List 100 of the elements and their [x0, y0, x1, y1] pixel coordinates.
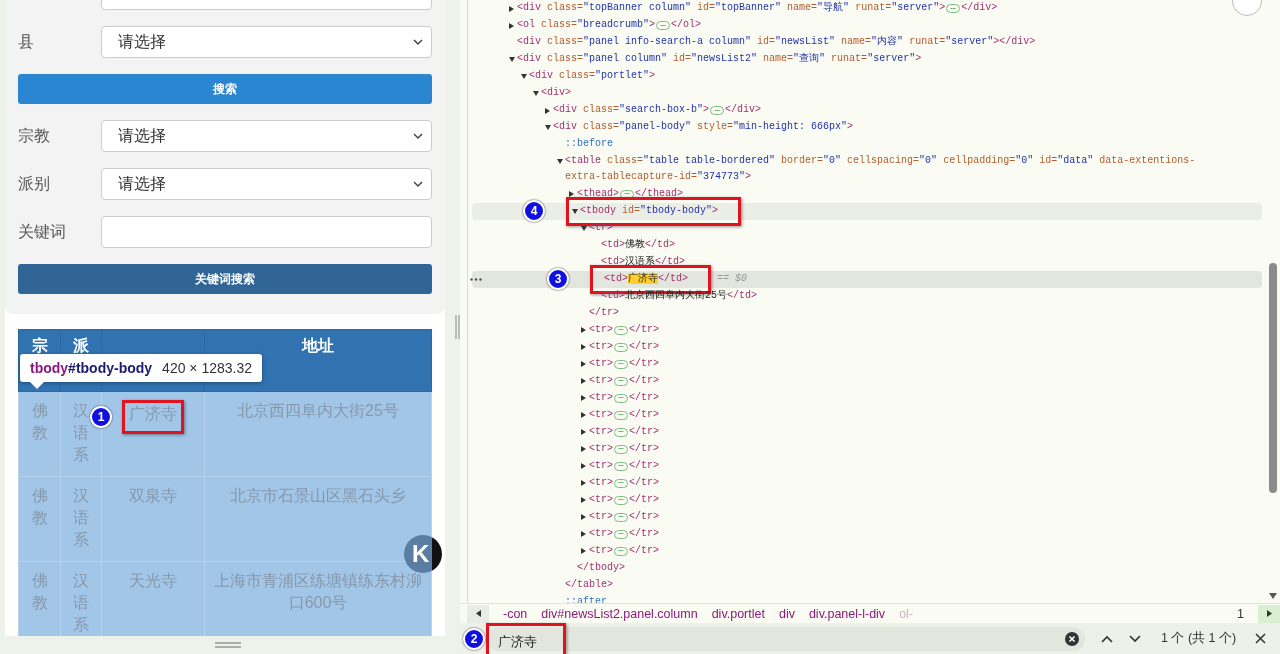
chevron-up-icon[interactable]	[1101, 634, 1113, 643]
clear-icon[interactable]	[1065, 631, 1079, 646]
code-text: </tr>	[629, 509, 660, 524]
field-label: 宗教	[18, 125, 51, 146]
code-text: <div class="panel-body" style="min-height: 666px">	[553, 120, 854, 134]
code-text: <thead>	[577, 186, 619, 201]
step-badge: 2	[463, 627, 485, 650]
code-text: </table>	[565, 577, 613, 592]
breadcrumb-link[interactable]: -con	[503, 606, 528, 621]
expand-arrow-icon[interactable]	[581, 429, 586, 436]
expand-arrow-icon[interactable]	[509, 5, 514, 12]
table-cell: 北京西四阜内大街25号	[204, 391, 432, 477]
step-badge: 4	[523, 199, 545, 222]
expand-arrow-icon[interactable]	[581, 344, 586, 351]
code-text: <div class="topBanner column" id="topBanner" name="导航" runat="server">	[517, 0, 946, 15]
more-dots-icon[interactable]	[470, 277, 482, 281]
table-cell: 佛教	[18, 561, 61, 636]
search-button[interactable]: 关键词搜索	[18, 264, 432, 294]
table-cell: 佛教	[18, 391, 61, 477]
chevron-down-icon	[413, 38, 423, 46]
code-text: <td>汉语系</td>	[601, 254, 686, 269]
expand-arrow-icon[interactable]	[545, 125, 551, 130]
scroll-right-button[interactable]	[1258, 604, 1280, 623]
code-text: <ol class="breadcrumb">	[517, 18, 656, 32]
field-label: 派别	[18, 173, 51, 194]
code-text: </tr>	[629, 356, 660, 371]
scrollbar-thumb[interactable]	[1269, 263, 1277, 493]
overflow-text: 1	[1237, 606, 1244, 621]
table-cell: 汉语系	[60, 476, 102, 562]
chevron-down-icon[interactable]	[1129, 634, 1141, 643]
select-field[interactable]: 请选择	[101, 26, 432, 58]
code-text: </tr>	[589, 305, 619, 320]
code-text: </tr>	[629, 543, 660, 558]
expand-arrow-icon[interactable]	[521, 74, 527, 79]
left-triangle-icon	[475, 610, 481, 617]
code-text: </tr>	[629, 407, 660, 422]
expand-arrow-icon[interactable]	[581, 497, 586, 504]
field-label: 县	[18, 31, 35, 52]
expand-arrow-icon[interactable]	[557, 159, 563, 164]
expand-arrow-icon[interactable]	[581, 463, 586, 470]
code-text: <td>佛教</td>	[601, 237, 676, 252]
code-text: </ol>	[671, 18, 702, 32]
code-text: </tr>	[629, 475, 660, 490]
scroll-down-arrow-icon[interactable]	[1269, 593, 1277, 599]
code-text: </tr>	[629, 339, 660, 354]
splitter-grip-icon[interactable]	[455, 315, 460, 339]
expand-arrow-icon[interactable]	[572, 208, 578, 214]
cell-text: 广济寺	[129, 405, 177, 422]
code-text: <tr>	[589, 407, 613, 422]
scroll-left-button[interactable]	[467, 604, 489, 623]
expand-arrow-icon[interactable]	[581, 446, 586, 453]
expand-arrow-icon[interactable]	[581, 514, 586, 521]
expand-arrow-icon[interactable]	[581, 531, 586, 538]
right-triangle-icon	[1266, 610, 1272, 617]
code-text: ::before	[565, 137, 613, 151]
expand-arrow-icon[interactable]	[581, 361, 586, 368]
expand-arrow-icon[interactable]	[569, 191, 574, 198]
code-text: </div>	[725, 103, 762, 117]
step-badge: 1	[90, 406, 112, 428]
code-text: <tr>	[589, 339, 613, 354]
code-text: </tr>	[629, 373, 660, 388]
breadcrumb-link[interactable]: div.panel-l-div	[808, 606, 886, 621]
code-text: <table class="table table-bordered" border="0" cellspacing="0" cellpadding="0" id="data" data-extentions-extra-tablecapture-id="374773">	[565, 154, 1197, 185]
expand-arrow-icon[interactable]	[581, 378, 586, 385]
code-text: <div class="portlet">	[529, 69, 656, 83]
search-text: 广济寺	[498, 634, 537, 651]
code-text: <tr>	[589, 509, 613, 524]
step-badge: 3	[547, 267, 569, 290]
expand-arrow-icon[interactable]	[581, 412, 586, 419]
breadcrumb-link[interactable]: div.portlet	[711, 606, 765, 621]
expand-arrow-icon[interactable]	[509, 57, 515, 62]
breadcrumb-link[interactable]: div#newsList2.panel.column	[541, 606, 698, 621]
expand-arrow-icon[interactable]	[581, 548, 586, 555]
select-field[interactable]: 请选择	[101, 168, 432, 200]
code-text: <div class="search-box-b">	[553, 103, 710, 117]
expand-arrow-icon[interactable]	[509, 22, 514, 29]
code-text: <tr>	[589, 322, 613, 337]
find-field[interactable]: 广济寺	[487, 626, 1085, 651]
code-text: <tr>	[589, 356, 613, 371]
expand-arrow-icon[interactable]	[581, 327, 586, 334]
text-field[interactable]	[101, 216, 432, 248]
close-icon[interactable]	[1255, 633, 1266, 644]
drag-handle-icon[interactable]	[214, 642, 241, 648]
table-cell: 佛教	[18, 476, 61, 562]
breadcrumb-link[interactable]: div	[778, 606, 795, 621]
expand-arrow-icon[interactable]	[581, 225, 587, 231]
expand-arrow-icon[interactable]	[545, 107, 550, 114]
code-text: </div>	[961, 1, 998, 15]
code-text: <div>	[541, 86, 571, 100]
code-text: <tr>	[589, 458, 613, 473]
select-field[interactable]: 请选择	[101, 120, 432, 152]
search-button[interactable]: 搜索	[18, 74, 432, 104]
code-text: </tr>	[629, 492, 660, 507]
code-text: <tr>	[589, 475, 613, 490]
expand-arrow-icon[interactable]	[581, 480, 586, 487]
code-text: </tr>	[629, 441, 660, 456]
expand-arrow-icon[interactable]	[533, 91, 539, 96]
expand-arrow-icon[interactable]	[581, 395, 586, 402]
selected-node-hint: == $0	[717, 271, 748, 286]
code-text: <tr>	[589, 492, 613, 507]
